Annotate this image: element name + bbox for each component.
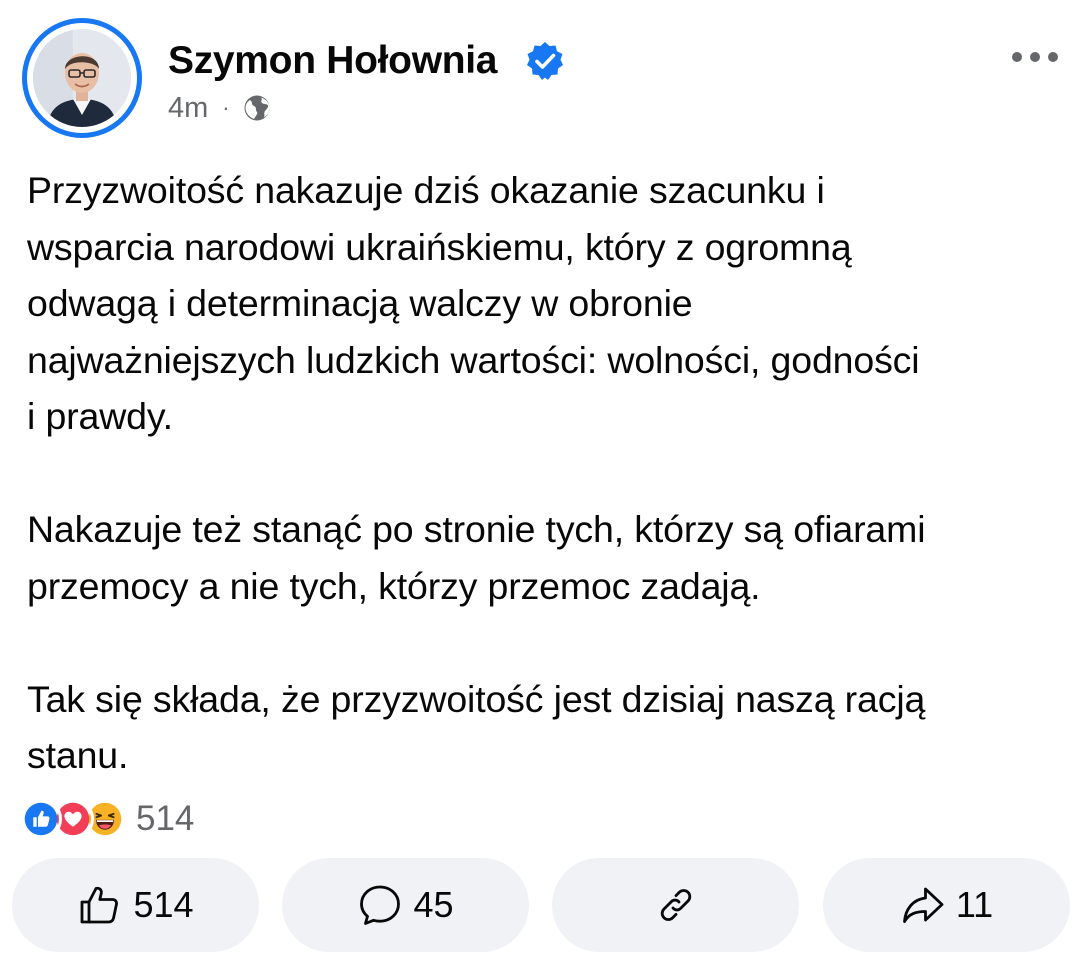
- facebook-post: Szymon Hołownia 4m · Przyzwoitość nakazu…: [0, 0, 1080, 967]
- verified-badge-icon: [527, 42, 563, 80]
- post-header: Szymon Hołownia 4m ·: [0, 0, 1080, 150]
- post-paragraph-1: Przyzwoitość nakazuje dziś okazanie szac…: [27, 169, 920, 437]
- post-text: Przyzwoitość nakazuje dziś okazanie szac…: [27, 162, 1057, 784]
- share-arrow-icon: [902, 887, 944, 923]
- avatar[interactable]: [33, 29, 131, 127]
- link-icon: [660, 889, 691, 921]
- profile-photo: [33, 29, 131, 127]
- comment-count: 45: [413, 884, 454, 925]
- comment-button[interactable]: 45: [282, 858, 529, 952]
- like-count: 514: [133, 884, 194, 925]
- like-button[interactable]: 514: [12, 858, 259, 952]
- author-name[interactable]: Szymon Hołownia: [168, 38, 498, 84]
- reaction-summary[interactable]: 514: [20, 797, 194, 841]
- share-button[interactable]: 11: [823, 858, 1070, 952]
- comment-bubble-icon: [360, 885, 401, 925]
- meta-separator: ·: [222, 95, 230, 120]
- globe-icon: [244, 95, 270, 121]
- reaction-count: 514: [136, 799, 195, 838]
- post-paragraph-3: Tak się składa, że przyzwoitość jest dzi…: [27, 677, 926, 777]
- thumbs-up-icon: [81, 886, 119, 924]
- post-meta: 4m ·: [168, 90, 272, 126]
- share-count: 11: [955, 884, 994, 925]
- like-reaction-icon: [20, 798, 62, 840]
- post-time[interactable]: 4m: [168, 92, 208, 125]
- more-options-icon[interactable]: [1008, 42, 1062, 72]
- post-paragraph-2: Nakazuje też stanąć po stronie tych, któ…: [27, 508, 926, 607]
- post-actions: 514 45 11: [12, 858, 1072, 952]
- copy-link-button[interactable]: [552, 858, 799, 952]
